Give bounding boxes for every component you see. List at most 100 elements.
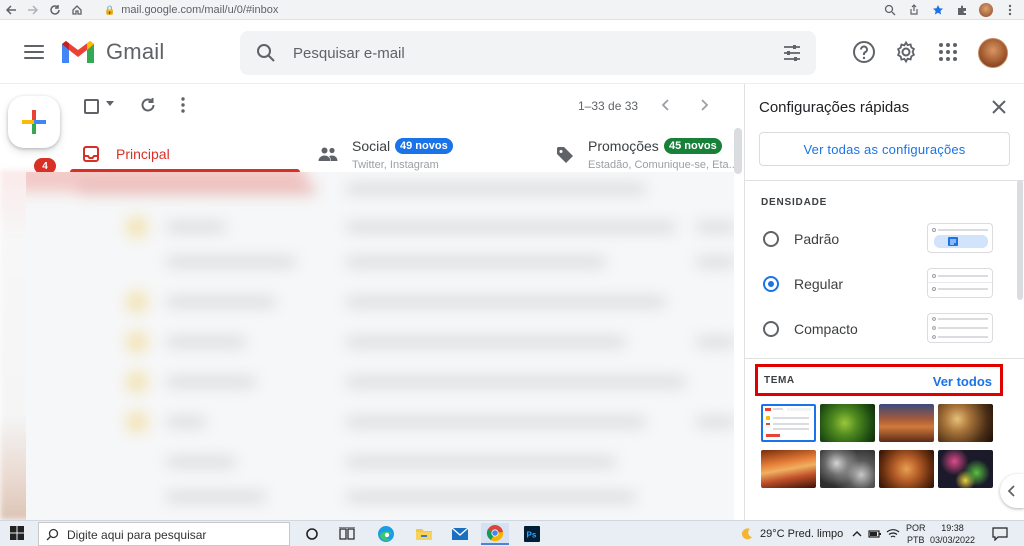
- close-icon[interactable]: [991, 99, 1007, 115]
- chevron-left-icon: [1007, 485, 1015, 497]
- file-explorer-icon[interactable]: [410, 523, 438, 545]
- theme-section-title: TEMA: [764, 375, 795, 386]
- browser-toolbar: 🔒 mail.google.com/mail/u/0/#inbox: [0, 0, 1024, 20]
- main-menu-icon[interactable]: [20, 42, 48, 62]
- next-page-icon[interactable]: [696, 97, 712, 113]
- theme-section-header: TEMA Ver todos: [755, 364, 1003, 396]
- windows-start-icon[interactable]: [10, 526, 24, 540]
- windows-taskbar: Digite aqui para pesquisar Ps 29°C Pred.…: [0, 520, 1024, 546]
- search-input[interactable]: Pesquisar e-mail: [293, 45, 405, 62]
- tray-chevron-up-icon[interactable]: [852, 529, 862, 539]
- inbox-scrollbar[interactable]: [734, 128, 742, 174]
- theme-autumn-thumb[interactable]: [879, 450, 934, 488]
- see-all-themes-link[interactable]: Ver todos: [933, 374, 992, 389]
- tag-icon: [557, 147, 573, 163]
- density-regular-label[interactable]: Regular: [794, 276, 843, 292]
- settings-gear-icon[interactable]: [894, 40, 918, 64]
- select-all-checkbox[interactable]: [84, 99, 99, 114]
- gmail-m-icon: [62, 41, 94, 63]
- more-vert-icon[interactable]: [180, 96, 186, 114]
- prev-page-icon[interactable]: [658, 97, 674, 113]
- search-bar[interactable]: Pesquisar e-mail: [240, 31, 816, 75]
- url-text: mail.google.com/mail/u/0/#inbox: [121, 4, 279, 16]
- forward-arrow-icon[interactable]: [22, 0, 44, 20]
- gmail-logo-text: Gmail: [106, 39, 165, 64]
- category-tabs: Principal Social 49 novos Twitter, Insta…: [70, 128, 738, 172]
- weather-moon-icon[interactable]: [740, 527, 754, 541]
- density-section-title: DENSIDADE: [761, 197, 828, 208]
- theme-bokeh-thumb[interactable]: [938, 450, 993, 488]
- density-compacto-preview[interactable]: [927, 313, 993, 343]
- home-icon[interactable]: [66, 0, 88, 20]
- account-avatar[interactable]: [978, 38, 1008, 68]
- inbox-list-blurred: [26, 172, 734, 524]
- divider: [745, 180, 1024, 181]
- profile-avatar-small[interactable]: [976, 0, 996, 20]
- density-compacto-label[interactable]: Compacto: [794, 321, 858, 337]
- task-view-icon[interactable]: [333, 523, 361, 545]
- quick-settings-panel: Configurações rápidas Ver todas as confi…: [744, 84, 1024, 520]
- chrome-menu-icon[interactable]: [1000, 0, 1020, 20]
- panel-scrollbar[interactable]: [1017, 180, 1023, 300]
- bookmark-star-icon[interactable]: [928, 0, 948, 20]
- help-icon[interactable]: [852, 40, 876, 64]
- inbox-icon: [83, 146, 99, 162]
- tab-social[interactable]: Social 49 novos Twitter, Instagram: [310, 128, 540, 172]
- extensions-icon[interactable]: [952, 0, 972, 20]
- keyboard-layout-code: PTB: [907, 535, 925, 545]
- battery-icon[interactable]: [868, 528, 882, 540]
- density-regular-radio[interactable]: [763, 276, 779, 292]
- theme-canyon-thumb[interactable]: [879, 404, 934, 442]
- reload-icon[interactable]: [44, 0, 66, 20]
- people-icon: [318, 147, 338, 161]
- lock-icon: 🔒: [104, 4, 116, 15]
- theme-sunset-thumb[interactable]: [761, 450, 816, 488]
- tab-social-senders: Twitter, Instagram: [352, 159, 439, 171]
- mail-app-icon[interactable]: [446, 523, 474, 545]
- pagination-text: 1–33 de 33: [578, 99, 639, 113]
- quick-settings-title: Configurações rápidas: [759, 99, 910, 116]
- wifi-icon[interactable]: [886, 528, 900, 540]
- theme-leaf-thumb[interactable]: [820, 404, 875, 442]
- see-all-settings-button[interactable]: Ver todas as configurações: [759, 132, 1010, 166]
- tab-social-label: Social: [352, 138, 391, 154]
- taskbar-search-placeholder: Digite aqui para pesquisar: [67, 528, 207, 542]
- promocoes-new-badge: 45 novos: [664, 138, 722, 154]
- notifications-icon[interactable]: [992, 527, 1008, 541]
- compose-button[interactable]: [8, 96, 60, 148]
- theme-bubbles-thumb[interactable]: [820, 450, 875, 488]
- tab-promocoes-label: Promoções: [588, 138, 659, 154]
- google-apps-icon[interactable]: [936, 40, 960, 64]
- input-language[interactable]: POR PTB: [906, 522, 926, 546]
- back-arrow-icon[interactable]: [0, 0, 22, 20]
- density-padrao-radio[interactable]: [763, 231, 779, 247]
- photoshop-icon[interactable]: Ps: [518, 523, 546, 545]
- density-compacto-radio[interactable]: [763, 321, 779, 337]
- mail-toolbar: 1–33 de 33: [70, 84, 742, 128]
- search-options-icon[interactable]: [782, 43, 802, 63]
- density-regular-preview[interactable]: [927, 268, 993, 298]
- search-icon[interactable]: [256, 43, 276, 63]
- density-padrao-preview[interactable]: [927, 223, 993, 253]
- edge-browser-icon[interactable]: [372, 523, 400, 545]
- theme-default-thumb[interactable]: [761, 404, 816, 442]
- cortana-icon[interactable]: [298, 523, 326, 545]
- share-icon[interactable]: [904, 0, 924, 20]
- compose-plus-icon: [22, 110, 46, 134]
- taskbar-search-box[interactable]: Digite aqui para pesquisar: [38, 522, 290, 546]
- theme-chess-thumb[interactable]: [938, 404, 993, 442]
- gmail-header: Gmail Pesquisar e-mail: [0, 20, 1024, 84]
- tab-principal[interactable]: Principal: [70, 128, 300, 172]
- gmail-logo[interactable]: Gmail: [60, 38, 164, 66]
- address-bar[interactable]: 🔒 mail.google.com/mail/u/0/#inbox: [104, 2, 950, 18]
- density-padrao-label[interactable]: Padrão: [794, 231, 839, 247]
- tab-promocoes[interactable]: Promoções 45 novos Estadão, Comunique-se…: [550, 128, 738, 172]
- weather-text[interactable]: 29°C Pred. limpo: [760, 528, 843, 540]
- system-clock[interactable]: 19:38 03/03/2022: [930, 522, 975, 546]
- select-dropdown-icon[interactable]: [106, 101, 114, 106]
- chrome-taskbar-icon[interactable]: [481, 523, 509, 545]
- tab-principal-label: Principal: [116, 146, 170, 162]
- zoom-icon[interactable]: [880, 0, 900, 20]
- refresh-icon[interactable]: [139, 96, 157, 114]
- divider: [745, 358, 1024, 359]
